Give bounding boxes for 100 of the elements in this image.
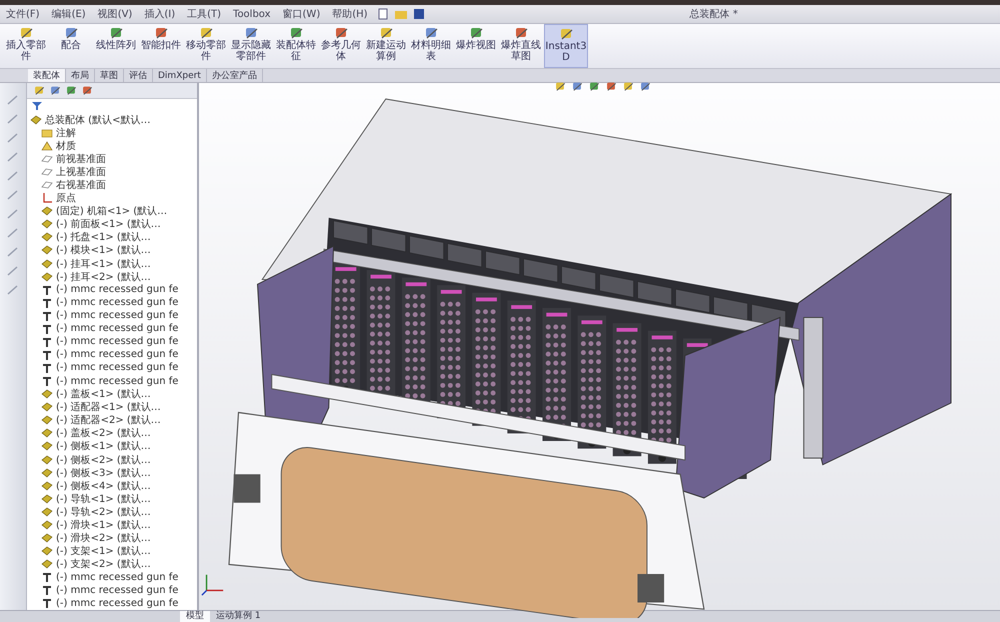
menu-item[interactable]: 工具(T) [181,7,228,21]
origin-icon [41,192,53,204]
toolbar-button[interactable]: 插入零部件 [4,24,48,68]
part-icon [41,401,53,414]
tree-item[interactable]: (-) 支架<1> (默认… [27,544,197,558]
menu-item[interactable]: 编辑(E) [46,7,92,21]
fastener-icon [41,296,53,309]
bottom-tab[interactable]: 运动算例 1 [210,611,267,622]
menu-item[interactable]: 窗口(W) [276,7,326,21]
part-icon [41,427,53,440]
toolbar-button[interactable]: 装配体特征 [274,24,318,68]
axis-triad-icon [201,572,225,596]
ribbon-tab[interactable]: 布局 [66,69,95,82]
view-tool-icon[interactable] [571,81,583,92]
toolbar-button[interactable]: 线性阵列 [94,24,138,68]
tree-item[interactable]: (-) mmc recessed gun fe [27,309,197,322]
tree-item[interactable]: (-) 导轨<2> (默认… [27,505,197,518]
material-icon [41,140,53,152]
menu-item[interactable]: 插入(I) [138,7,182,21]
tree-item[interactable]: (-) mmc recessed gun fe [27,361,197,375]
menu-item[interactable]: 文件(F) [0,7,46,21]
tree-item[interactable]: (-) 适配器<2> (默认… [27,414,197,427]
view-tool-icon[interactable] [588,81,600,92]
view-tool-icon[interactable] [554,81,566,92]
part-icon [41,258,53,270]
toolbar-button[interactable]: 新建运动算例 [364,24,408,68]
tool-icon [558,27,574,41]
tree-item[interactable]: (-) 托盘<1> (默认… [27,230,197,244]
tree-item[interactable]: 上视基准面 [27,165,197,178]
part-icon [41,414,53,426]
tree-item[interactable]: (-) 侧板<1> (默认… [27,440,197,454]
tree-item[interactable]: (-) 侧板<4> (默认… [27,479,197,492]
tree-item[interactable]: (-) mmc recessed gun fe [27,570,197,584]
tree-item[interactable]: (-) 挂耳<1> (默认… [27,257,197,270]
ribbon-tab[interactable]: 办公室产品 [206,69,263,82]
part-icon [41,270,53,283]
toolbar-button[interactable]: 爆炸视图 [454,24,498,68]
tool-icon [378,26,394,40]
fastener-icon [41,322,53,335]
tree-item[interactable]: (-) mmc recessed gun fe [27,322,197,336]
tree-item[interactable]: (-) mmc recessed gun fe [27,596,197,610]
menu-item[interactable]: 帮助(H) [326,7,374,21]
tree-item[interactable]: 材质 [27,139,197,152]
tree-item[interactable]: (-) 滑块<2> (默认… [27,532,197,545]
tree-item[interactable]: (-) mmc recessed gun fe [27,296,197,310]
tool-icon [288,26,304,40]
tree-item[interactable]: (-) 支架<2> (默认… [27,558,197,571]
tree-item[interactable]: (-) 滑块<1> (默认… [27,518,197,532]
tree-item[interactable]: (-) 侧板<3> (默认… [27,466,197,480]
panel-tab-icon[interactable] [49,85,61,96]
tool-icon [153,26,169,40]
view-tool-icon[interactable] [639,81,651,92]
panel-tab-icon[interactable] [33,85,45,96]
tree-item[interactable]: (-) 前面板<1> (默认… [27,218,197,231]
toolbar-button[interactable]: 参考几何体 [319,24,363,68]
menu-item[interactable]: Toolbox [227,8,277,20]
toolbar-button[interactable]: 显示隐藏零部件 [229,24,273,68]
toolbar-button[interactable]: Instant3D [544,24,588,68]
new-document-icon[interactable] [376,8,390,20]
filter-icon[interactable] [31,101,43,111]
plane-icon [41,166,53,178]
tree-item[interactable]: (-) mmc recessed gun fe [27,348,197,362]
tree-item[interactable]: 注解 [27,126,197,140]
tree-item[interactable]: (-) 侧板<2> (默认… [27,453,197,466]
bottom-tab[interactable]: 模型 [180,611,210,622]
tree-item[interactable]: (-) 盖板<2> (默认… [27,426,197,440]
tree-item[interactable]: (-) 适配器<1> (默认… [27,400,197,414]
menu-item[interactable]: 视图(V) [92,7,138,21]
save-icon[interactable] [412,8,426,20]
tree-item[interactable]: (-) 挂耳<2> (默认… [27,270,197,284]
fastener-icon [41,310,53,322]
toolbar-button[interactable]: 爆炸直线草图 [499,24,543,68]
ribbon-tab[interactable]: 装配体 [28,69,66,82]
tree-item[interactable]: (-) 盖板<1> (默认… [27,388,197,401]
tree-item[interactable]: (-) 模块<1> (默认… [27,244,197,257]
tree-item[interactable]: (-) 导轨<1> (默认… [27,492,197,506]
toolbar-button[interactable]: 移动零部件 [184,24,228,68]
toolbar-button[interactable]: 智能扣件 [139,24,183,68]
view-tool-icon[interactable] [622,81,634,92]
tree-item[interactable]: 前视基准面 [27,152,197,166]
panel-tab-icon[interactable] [81,85,93,96]
view-tool-icon[interactable] [605,81,617,92]
tree-item[interactable]: (-) mmc recessed gun fe [27,335,197,348]
toolbar-button[interactable]: 材料明细表 [409,24,453,68]
fastener-icon [41,375,53,388]
part-icon [41,545,53,558]
tree-item[interactable]: 原点 [27,192,197,205]
tree-item[interactable]: (固定) 机箱<1> (默认… [27,204,197,218]
tree-item[interactable]: (-) mmc recessed gun fe [27,584,197,597]
tree-item[interactable]: 总装配体 (默认<默认… [27,112,197,126]
tree-item[interactable]: (-) mmc recessed gun fe [27,283,197,296]
toolbar-button[interactable]: 配合 [49,24,93,68]
panel-tab-icon[interactable] [65,85,77,96]
part-icon [41,532,53,544]
ribbon-tab[interactable]: 评估 [124,69,153,82]
tool-icon [18,26,34,40]
tree-item[interactable]: 右视基准面 [27,178,197,192]
tree-item[interactable]: (-) mmc recessed gun fe [27,374,197,388]
ribbon-tab[interactable]: 草图 [95,69,124,82]
ribbon-tab[interactable]: DimXpert [153,69,207,82]
